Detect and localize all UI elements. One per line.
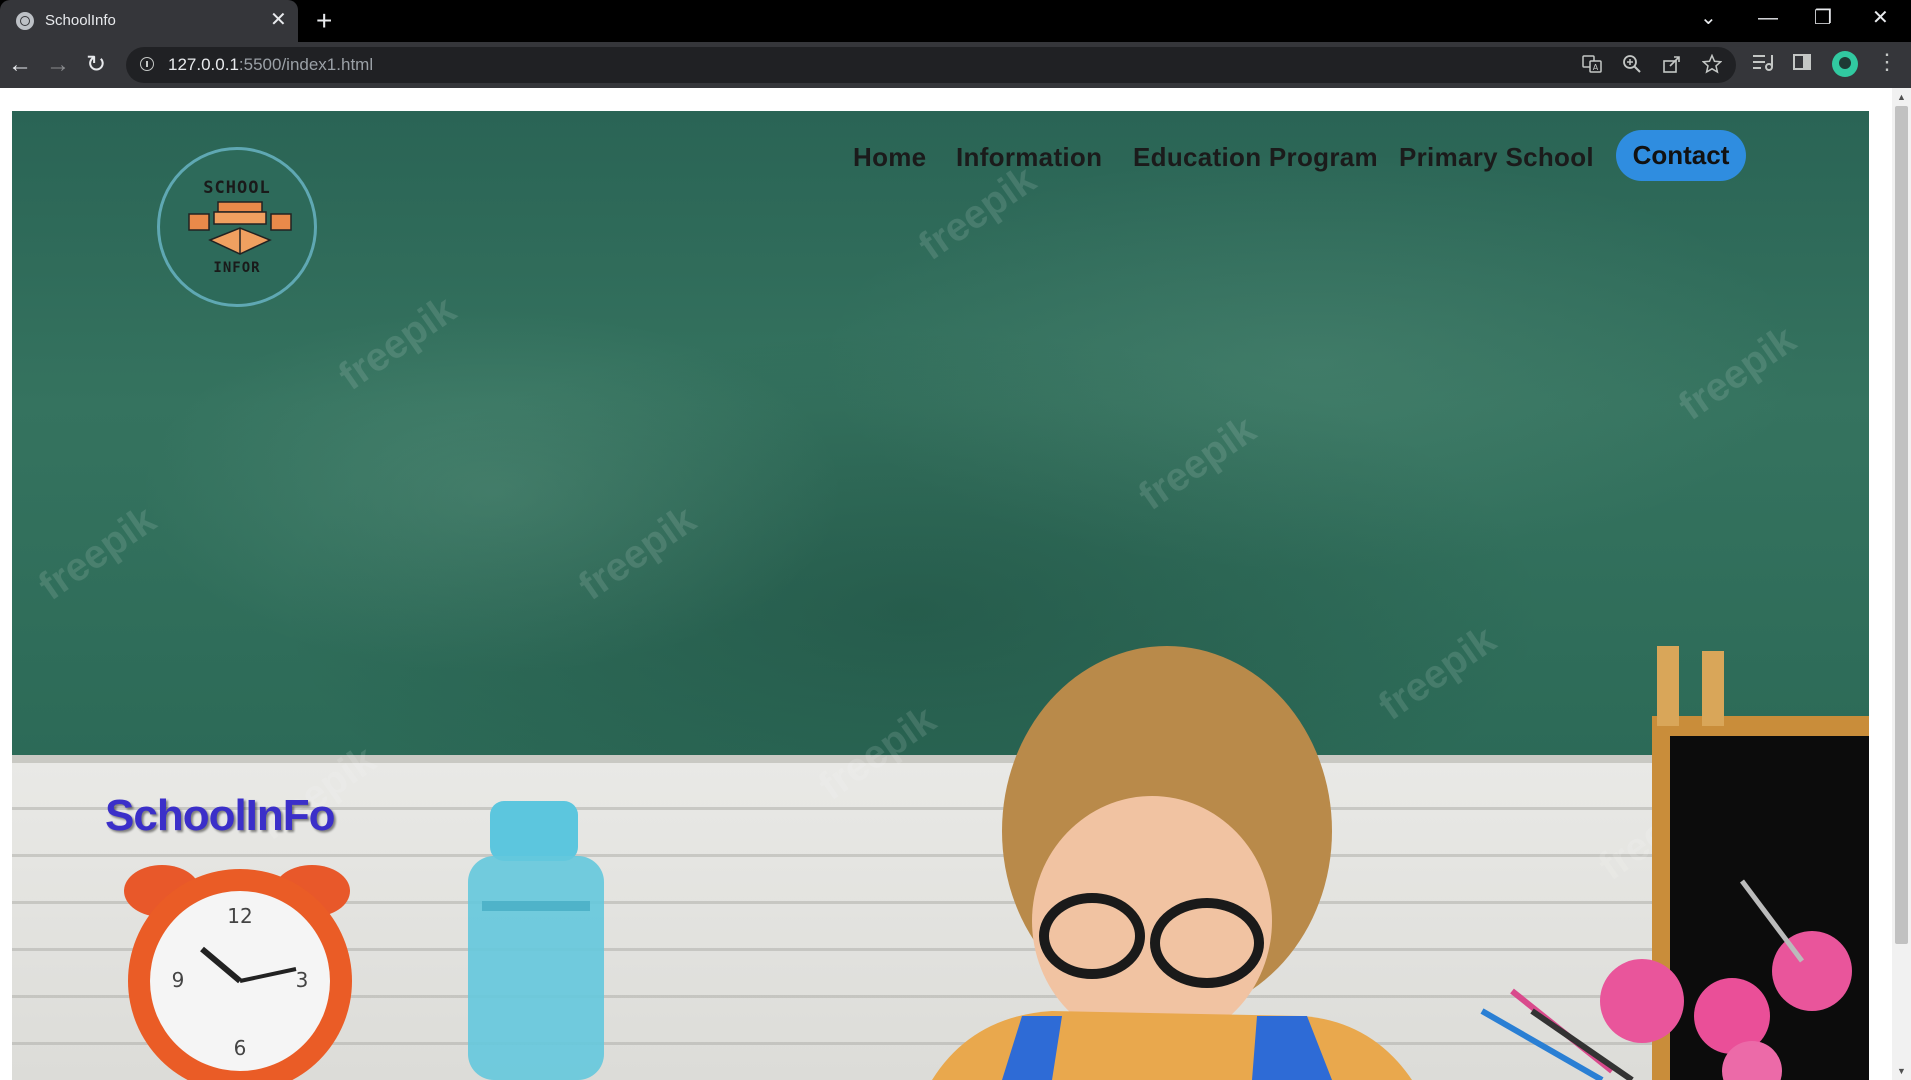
restore-button[interactable]: ❐ [1814,6,1832,30]
nav-home[interactable]: Home [853,142,926,173]
nav-primary-school[interactable]: Primary School [1399,142,1594,173]
bottle-ring [482,901,590,911]
browser-tab[interactable]: SchoolInfo ✕ [0,0,298,42]
menu-kebab-icon[interactable]: ⋮ [1876,50,1898,74]
tab-title: SchoolInfo [45,12,116,29]
flower [1600,959,1684,1043]
page-scrollbar[interactable]: ▲ ▼ [1892,88,1911,1080]
svg-text:A: A [1593,63,1599,72]
side-panel-icon[interactable] [1792,52,1812,78]
scroll-thumb[interactable] [1895,106,1908,944]
share-icon[interactable] [1662,54,1682,79]
child-face [1032,796,1272,1046]
svg-text:9: 9 [172,968,185,992]
tab-search-chevron-icon[interactable]: ⌄ [1700,6,1717,30]
logo-bottom-text: INFOR [213,260,261,276]
page-viewport: freepik freepik freepik freepik freepik … [0,88,1892,1080]
hero-section: freepik freepik freepik freepik freepik … [12,111,1869,1080]
url-host: 127.0.0.1 [168,55,239,74]
reload-button[interactable]: ↻ [86,51,106,79]
easel-top-right [1702,651,1724,726]
bookmark-star-icon[interactable] [1701,53,1723,79]
reading-list-icon[interactable] [1752,52,1774,78]
minimize-button[interactable]: — [1758,6,1778,30]
nav-education-program[interactable]: Education Program [1133,142,1378,173]
svg-text:12: 12 [227,904,252,928]
bottle-body [468,856,604,1080]
svg-text:3: 3 [296,968,309,992]
scroll-up-arrow-icon[interactable]: ▲ [1897,92,1906,102]
translate-icon[interactable]: A [1582,54,1602,79]
child-shirt [932,1011,1412,1080]
site-logo[interactable]: SCHOOL INFOR [157,147,317,307]
browser-toolbar: ← → ↻ 127.0.0.1:5500/index1.html A ⋮ [0,42,1911,88]
tab-close-icon[interactable]: ✕ [270,9,287,31]
nav-information[interactable]: Information [956,142,1102,173]
scroll-down-arrow-icon[interactable]: ▼ [1897,1066,1906,1076]
new-tab-button[interactable]: + [316,6,332,36]
logo-top-text: SCHOOL [203,178,271,198]
browser-tab-bar: SchoolInfo ✕ + ⌄ — ❐ ✕ [0,0,1911,42]
flower [1772,931,1852,1011]
bottle-cap [490,801,578,861]
forward-button[interactable]: → [46,51,70,79]
url-path: :5500/index1.html [238,55,374,74]
contact-button[interactable]: Contact [1616,130,1746,181]
close-window-button[interactable]: ✕ [1872,6,1889,30]
easel-top-left [1657,646,1679,726]
url-text[interactable]: 127.0.0.1:5500/index1.html [168,55,373,75]
brand-title: SchoolInFo [105,791,336,840]
site-info-icon[interactable] [140,57,154,71]
books-icon [188,201,292,255]
back-button[interactable]: ← [8,51,32,79]
zoom-icon[interactable] [1622,54,1642,79]
globe-icon [16,12,34,30]
svg-text:6: 6 [234,1036,247,1060]
address-bar[interactable]: 127.0.0.1:5500/index1.html A [126,47,1736,83]
profile-avatar[interactable] [1832,51,1858,77]
